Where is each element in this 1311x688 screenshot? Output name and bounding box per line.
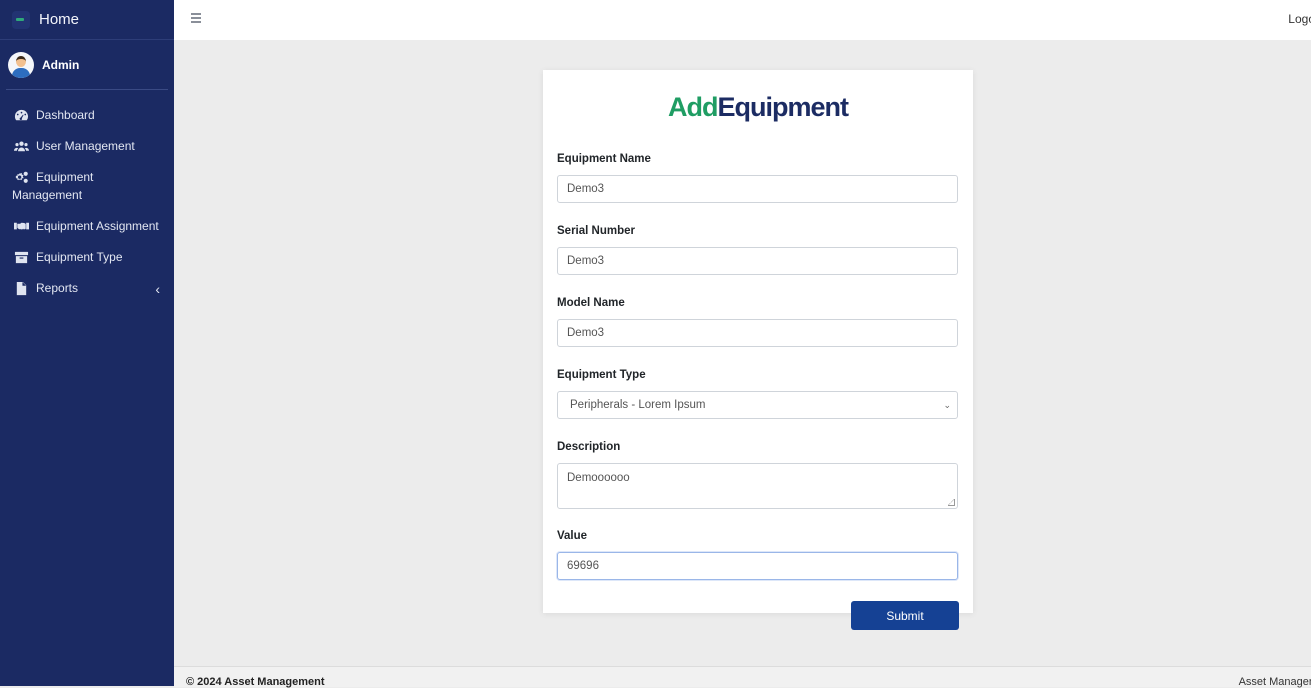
equipment-type-label: Equipment Type: [557, 369, 646, 381]
description-value: Demoooooo: [567, 472, 630, 484]
chevron-down-icon: ⌄: [943, 399, 951, 410]
menu-toggle-icon[interactable]: [191, 13, 201, 23]
serial-number-label: Serial Number: [557, 225, 635, 237]
user-panel[interactable]: Admin: [6, 40, 168, 90]
brand-title: Home: [39, 11, 80, 28]
sidebar-nav: Dashboard User Management Equipment Mana…: [0, 90, 174, 297]
sidebar-item-label: Equipment: [36, 170, 94, 184]
users-icon: [12, 137, 30, 155]
sidebar-item-label: Equipment Assignment: [36, 219, 159, 233]
model-name-input[interactable]: Demo3: [557, 319, 958, 347]
value-input[interactable]: 69696: [557, 552, 958, 580]
sidebar-item-reports[interactable]: Reports ‹: [0, 279, 174, 297]
file-icon: [12, 279, 30, 297]
avatar: [8, 51, 34, 78]
footer-brand: Asset Managen: [1238, 676, 1311, 688]
sidebar-item-dashboard[interactable]: Dashboard: [0, 106, 174, 124]
model-name-value: Demo3: [567, 327, 605, 339]
handshake-icon: [12, 217, 30, 235]
add-equipment-card: AddEquipment Equipment Name Demo3 Serial…: [543, 70, 973, 630]
page-title: AddEquipment: [557, 92, 959, 126]
description-textarea[interactable]: Demoooooo: [557, 463, 958, 509]
sidebar-item-label: Equipment Type: [36, 250, 123, 264]
sidebar-item-label-line2: Management: [12, 188, 83, 202]
equipment-name-value: Demo3: [567, 183, 605, 195]
cogs-icon: [12, 168, 30, 186]
submit-button[interactable]: Submit: [851, 601, 959, 630]
footer-copyright: © 2024 Asset Management: [186, 676, 325, 688]
user-name: Admin: [42, 57, 80, 72]
value-label: Value: [557, 530, 588, 542]
sidebar: Home Admin Dashboard User Management Equ…: [0, 0, 174, 686]
footer: © 2024 Asset Management Asset Managen: [174, 666, 1311, 688]
equipment-type-value: Peripherals - Lorem Ipsum: [570, 399, 706, 411]
sidebar-item-label: Dashboard: [36, 108, 95, 122]
submit-label: Submit: [886, 608, 924, 623]
sidebar-item-equipment-type[interactable]: Equipment Type: [0, 248, 174, 266]
sidebar-item-equipment-assignment[interactable]: Equipment Assignment: [0, 217, 174, 235]
logout-link[interactable]: Logo: [1288, 12, 1311, 26]
add-equipment-form: Equipment Name Demo3 Serial Number Demo3…: [557, 153, 959, 631]
top-bar: Logo: [174, 0, 1311, 40]
sidebar-item-label: Reports: [36, 281, 79, 295]
model-name-label: Model Name: [557, 297, 625, 309]
brand-logo-icon: [12, 10, 30, 29]
archive-icon: [12, 248, 30, 266]
serial-number-input[interactable]: Demo3: [557, 247, 958, 275]
value-value: 69696: [567, 560, 599, 572]
submit-row: Submit: [557, 601, 959, 631]
equipment-name-input[interactable]: Demo3: [557, 175, 958, 203]
chevron-left-icon[interactable]: ‹: [155, 280, 160, 298]
dashboard-icon: [12, 106, 30, 124]
equipment-type-select[interactable]: Peripherals - Lorem Ipsum ⌄: [557, 391, 958, 419]
description-label: Description: [557, 441, 621, 453]
resize-handle-icon[interactable]: [948, 499, 955, 506]
sidebar-item-user-management[interactable]: User Management: [0, 137, 174, 155]
title-part-add: Add: [668, 92, 718, 122]
sidebar-item-label: User Management: [36, 139, 135, 153]
equipment-name-label: Equipment Name: [557, 153, 651, 165]
serial-number-value: Demo3: [567, 255, 605, 267]
sidebar-item-equipment-management[interactable]: Equipment Management: [0, 168, 174, 204]
sidebar-brand[interactable]: Home: [0, 0, 174, 40]
title-part-equipment: Equipment: [717, 92, 848, 122]
